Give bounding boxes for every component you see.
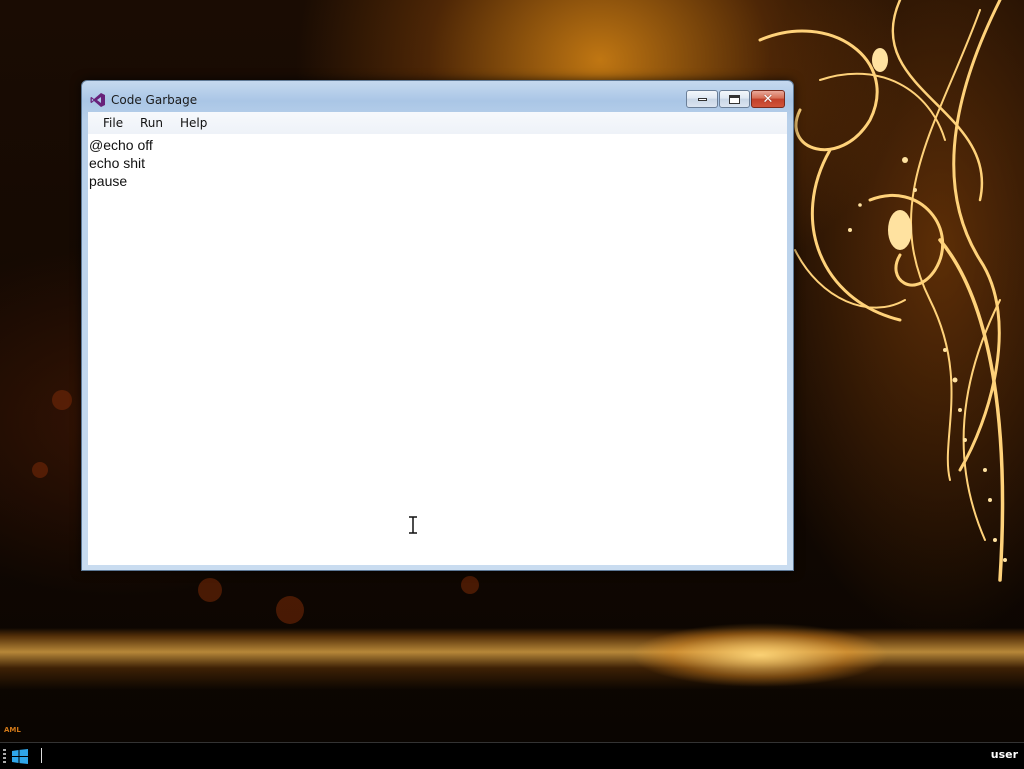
windows-logo-icon (12, 749, 28, 764)
code-garbage-window[interactable]: Code Garbage ✕ File Run Help @echo off e… (81, 80, 794, 571)
menu-run[interactable]: Run (140, 116, 163, 130)
taskbar-input-caret[interactable] (41, 748, 42, 763)
wallpaper-watermark: AML (4, 726, 21, 734)
title-bar[interactable]: Code Garbage ✕ (82, 81, 793, 109)
visual-studio-icon (90, 93, 105, 107)
editor-line: pause (89, 173, 128, 189)
code-editor[interactable]: @echo off echo shit pause (88, 134, 787, 565)
taskbar-grip (3, 749, 6, 763)
menu-bar: File Run Help (88, 112, 787, 134)
menu-help[interactable]: Help (180, 116, 207, 130)
editor-line: echo shit (89, 155, 146, 171)
maximize-icon (729, 94, 740, 104)
window-title: Code Garbage (111, 93, 198, 107)
minimize-icon (697, 97, 707, 101)
minimize-button[interactable] (686, 90, 718, 108)
taskbar: user (0, 742, 1024, 769)
menu-file[interactable]: File (103, 116, 123, 130)
close-icon: ✕ (762, 91, 774, 107)
maximize-button[interactable] (719, 90, 750, 108)
editor-line: @echo off (89, 137, 153, 153)
close-button[interactable]: ✕ (751, 90, 785, 108)
text-cursor-icon (409, 516, 417, 534)
start-button[interactable] (3, 746, 33, 766)
user-label[interactable]: user (991, 748, 1018, 761)
